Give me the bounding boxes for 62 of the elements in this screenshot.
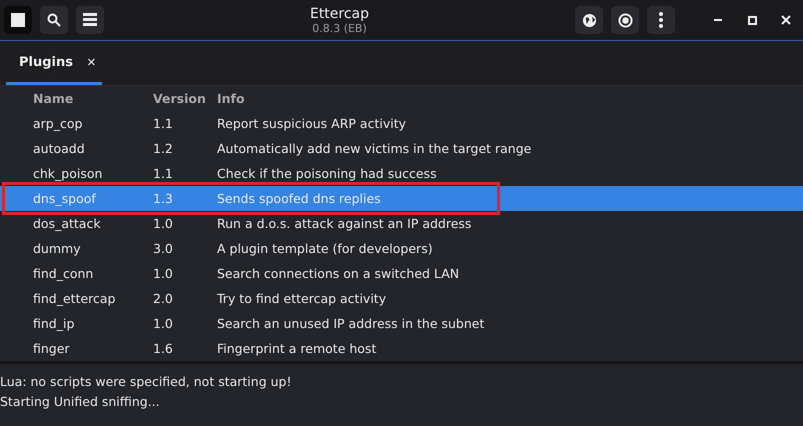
plugin-version: 1.0 bbox=[153, 316, 174, 331]
tab-close-button[interactable]: × bbox=[87, 54, 96, 71]
minimize-icon bbox=[714, 19, 722, 21]
table-row[interactable]: find_ip 1.0 Search an unused IP address in the subnet bbox=[0, 311, 803, 336]
maximize-icon bbox=[748, 16, 756, 24]
window-title: Ettercap bbox=[310, 6, 370, 22]
plugin-name: arp_cop bbox=[33, 116, 84, 131]
table-row[interactable]: find_conn 1.0 Search connections on a switched LAN bbox=[0, 261, 803, 286]
plugin-name: dos_attack bbox=[33, 216, 102, 231]
plugin-name: dummy bbox=[33, 241, 82, 256]
column-header[interactable]: Info bbox=[217, 91, 803, 106]
plugin-version: 1.1 bbox=[153, 116, 174, 131]
log-line: Starting Unified sniffing... bbox=[0, 393, 161, 411]
search-button[interactable] bbox=[40, 6, 68, 34]
column-header[interactable]: Name bbox=[33, 91, 153, 106]
plugin-name: find_conn bbox=[33, 266, 94, 281]
table-row[interactable]: autoadd 1.2 Automatically add new victims in the target range bbox=[0, 136, 803, 161]
log-line: Lua: no scripts were specified, not starting up! bbox=[0, 373, 292, 391]
plugin-version: 1.0 bbox=[153, 266, 174, 281]
plugin-info: Automatically add new victims in the target range bbox=[217, 141, 532, 156]
plugin-info: A plugin template (for developers) bbox=[217, 241, 434, 256]
plugin-info: Search an unused IP address in the subnet bbox=[217, 316, 486, 331]
plugin-name: finger bbox=[33, 341, 71, 356]
plugin-version: 2.0 bbox=[153, 291, 174, 306]
plugin-name: chk_poison bbox=[33, 166, 104, 181]
plugin-info: Check if the poisoning had success bbox=[217, 166, 438, 181]
version-subtitle: 0.8.3 (EB) bbox=[312, 22, 367, 34]
globe-button[interactable] bbox=[575, 6, 603, 34]
plugin-version: 3.0 bbox=[153, 241, 174, 256]
record-icon bbox=[618, 12, 632, 28]
plugin-name: find_ettercap bbox=[33, 291, 116, 306]
plugin-name: autoadd bbox=[33, 141, 86, 156]
hosts-button[interactable] bbox=[76, 6, 104, 34]
plugin-info: Run a d.o.s. attack against an IP address bbox=[217, 216, 472, 231]
menu-button[interactable] bbox=[647, 6, 675, 34]
server-list-icon bbox=[82, 12, 98, 28]
plugin-version: 1.0 bbox=[153, 216, 174, 231]
plugin-info: Fingerprint a remote host bbox=[217, 341, 378, 356]
stop-icon bbox=[11, 13, 25, 27]
search-icon bbox=[47, 13, 61, 27]
table-row[interactable]: chk_poison 1.1 Check if the poisoning had success bbox=[0, 161, 803, 186]
stop-button[interactable] bbox=[4, 6, 32, 34]
plugin-info: Try to find ettercap activity bbox=[217, 291, 388, 306]
plugin-name: dns_spoof bbox=[33, 191, 97, 206]
kebab-menu-icon bbox=[659, 12, 663, 28]
table-row[interactable]: finger 1.6 Fingerprint a remote host bbox=[0, 336, 803, 361]
tab-label: Plugins bbox=[19, 55, 73, 70]
table-row[interactable]: arp_cop 1.1 Report suspicious ARP activity bbox=[0, 111, 803, 136]
plugin-version: 1.1 bbox=[153, 166, 174, 181]
table-row[interactable]: find_ettercap 2.0 Try to find ettercap activity bbox=[0, 286, 803, 311]
record-button[interactable] bbox=[611, 6, 639, 34]
plugin-version: 1.2 bbox=[153, 141, 174, 156]
plugin-info: Search connections on a switched LAN bbox=[217, 266, 460, 281]
plugin-info: Report suspicious ARP activity bbox=[217, 116, 407, 131]
plugin-version: 1.3 bbox=[153, 191, 174, 206]
close-icon bbox=[781, 15, 791, 25]
plugin-version: 1.6 bbox=[153, 341, 174, 356]
plugin-info: Sends spoofed dns replies bbox=[217, 191, 382, 206]
table-row[interactable]: dummy 3.0 A plugin template (for developers) bbox=[0, 236, 803, 261]
table-row[interactable]: dos_attack 1.0 Run a d.o.s. attack against an IP address bbox=[0, 211, 803, 236]
column-header[interactable]: Version bbox=[153, 91, 217, 106]
plugin-name: find_ip bbox=[33, 316, 76, 331]
